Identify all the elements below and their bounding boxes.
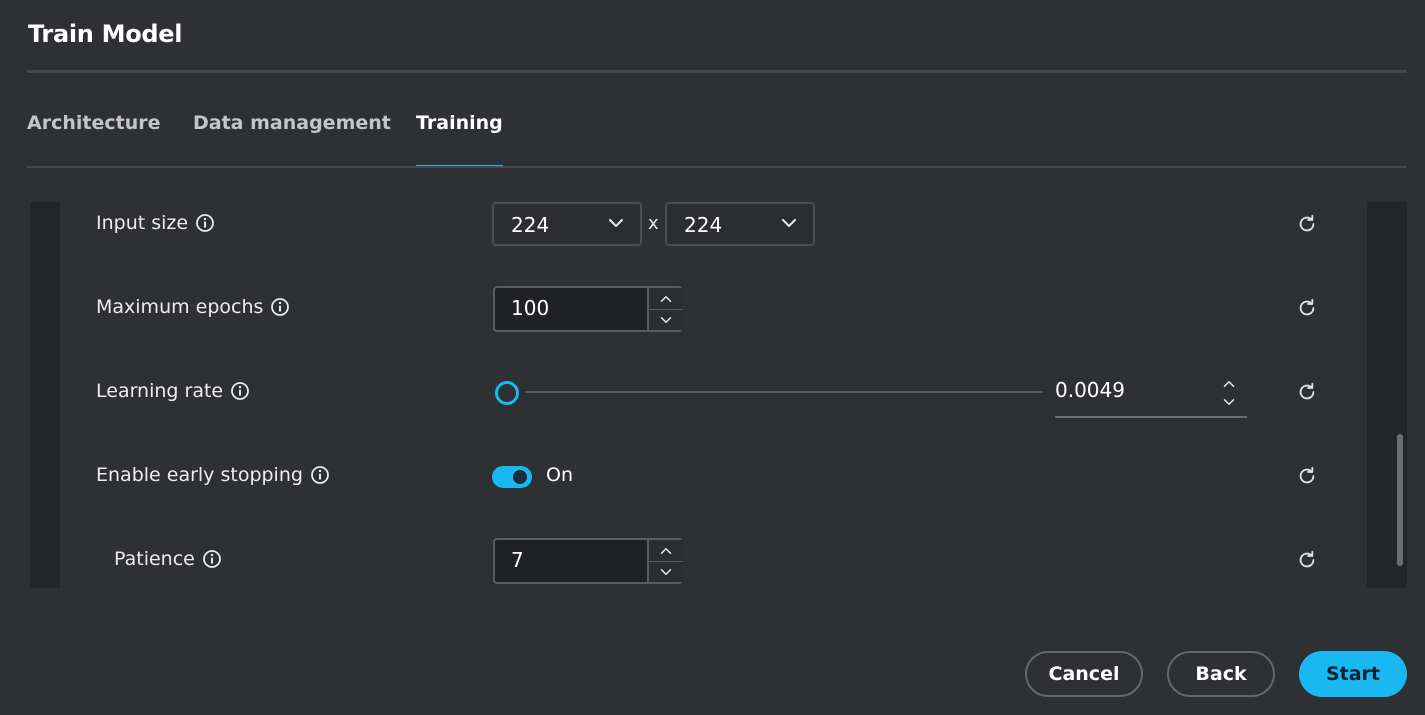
chevron-down-icon bbox=[608, 218, 624, 228]
learning-rate-spinner bbox=[1221, 376, 1237, 410]
info-icon[interactable] bbox=[202, 549, 222, 569]
early-stopping-state: On bbox=[546, 464, 573, 486]
cancel-button[interactable]: Cancel bbox=[1025, 651, 1143, 697]
chevron-down-icon[interactable] bbox=[1221, 394, 1237, 410]
learning-rate-slider-track[interactable] bbox=[525, 391, 1043, 393]
tab-architecture[interactable]: Architecture bbox=[27, 112, 160, 168]
title-divider bbox=[27, 70, 1407, 73]
scrollbar-thumb[interactable] bbox=[1397, 434, 1403, 566]
reset-icon[interactable] bbox=[1296, 549, 1318, 571]
start-button[interactable]: Start bbox=[1299, 651, 1407, 697]
learning-rate-value: 0.0049 bbox=[1055, 378, 1125, 402]
tab-training[interactable]: Training bbox=[416, 112, 503, 168]
chevron-up-icon[interactable] bbox=[649, 540, 683, 562]
early-stopping-toggle[interactable] bbox=[492, 466, 532, 488]
patience-row-label: Patience bbox=[114, 548, 222, 570]
info-icon[interactable] bbox=[195, 213, 215, 233]
patience-stepper[interactable]: 7 bbox=[493, 538, 683, 584]
dialog-title: Train Model bbox=[28, 20, 183, 48]
input-size-label: Input size bbox=[96, 212, 189, 234]
patience-value: 7 bbox=[511, 548, 524, 572]
learning-rate-slider-handle[interactable] bbox=[495, 381, 519, 405]
reset-icon[interactable] bbox=[1296, 381, 1318, 403]
info-icon[interactable] bbox=[230, 381, 250, 401]
max-epochs-label: Maximum epochs bbox=[96, 296, 264, 318]
learning-rate-label: Learning rate bbox=[96, 380, 224, 402]
stepper-buttons bbox=[647, 540, 683, 582]
max-epochs-row-label: Maximum epochs bbox=[96, 296, 290, 318]
chevron-up-icon[interactable] bbox=[1221, 376, 1237, 392]
chevron-down-icon bbox=[781, 218, 797, 228]
info-icon[interactable] bbox=[310, 465, 330, 485]
input-width-value: 224 bbox=[511, 213, 550, 237]
max-epochs-value: 100 bbox=[511, 296, 550, 320]
reset-icon[interactable] bbox=[1296, 465, 1318, 487]
input-size-row-label: Input size bbox=[96, 212, 215, 234]
tabs-divider bbox=[27, 166, 1407, 168]
reset-icon[interactable] bbox=[1296, 213, 1318, 235]
toggle-knob bbox=[513, 470, 527, 484]
stepper-buttons bbox=[647, 288, 683, 330]
chevron-down-icon[interactable] bbox=[649, 309, 683, 330]
tab-data-management[interactable]: Data management bbox=[193, 112, 391, 168]
learning-rate-input[interactable]: 0.0049 bbox=[1055, 372, 1247, 418]
chevron-down-icon[interactable] bbox=[649, 561, 683, 582]
learning-rate-row-label: Learning rate bbox=[96, 380, 250, 402]
reset-icon[interactable] bbox=[1296, 297, 1318, 319]
input-width-select[interactable]: 224 bbox=[492, 202, 642, 246]
early-stopping-row-label: Enable early stopping bbox=[96, 464, 330, 486]
size-separator: x bbox=[648, 213, 659, 234]
chevron-up-icon[interactable] bbox=[649, 288, 683, 310]
scroll-panel-left-edge bbox=[30, 202, 60, 588]
max-epochs-stepper[interactable]: 100 bbox=[493, 286, 683, 332]
back-button[interactable]: Back bbox=[1167, 651, 1275, 697]
early-stopping-label: Enable early stopping bbox=[96, 464, 303, 486]
patience-label: Patience bbox=[114, 548, 195, 570]
input-height-select[interactable]: 224 bbox=[665, 202, 815, 246]
info-icon[interactable] bbox=[270, 297, 290, 317]
input-height-value: 224 bbox=[684, 213, 723, 237]
